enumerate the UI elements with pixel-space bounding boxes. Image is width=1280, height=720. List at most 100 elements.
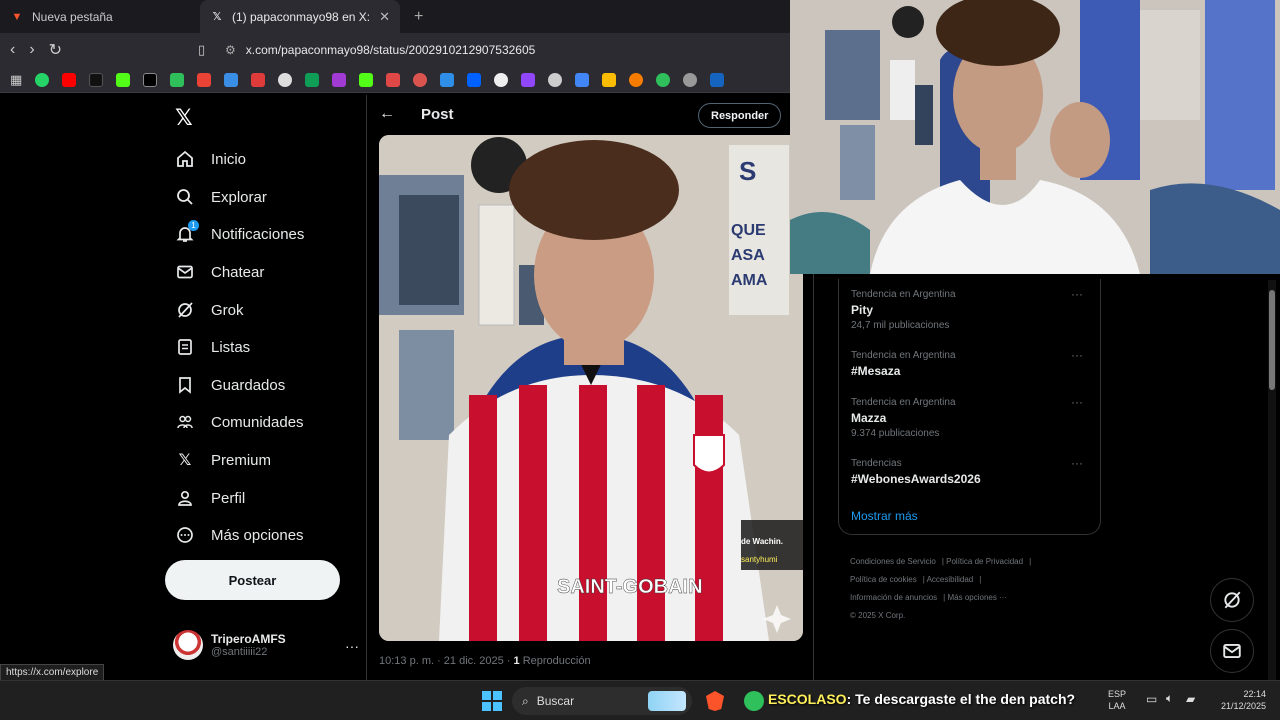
trend-item[interactable]: Tendencias #WebonesAwards2026 ···: [851, 456, 1091, 486]
clock[interactable]: 22:14 21/12/2025: [1210, 688, 1266, 712]
bookmark-icon-sheets[interactable]: [305, 72, 320, 87]
bookmark-icon-green[interactable]: [170, 72, 185, 87]
x-logo-icon: 𝕏: [212, 11, 222, 23]
tab-active[interactable]: 𝕏 (1) papaconmayo98 en X: "se m ✕: [200, 0, 400, 33]
site-info-icon[interactable]: ⚙: [225, 43, 236, 57]
more-dots-icon[interactable]: ···: [1071, 287, 1083, 301]
post-button[interactable]: Postear: [165, 560, 340, 600]
bookmark-icon-gmail[interactable]: [197, 72, 212, 87]
footer-link[interactable]: Política de cookies: [850, 575, 917, 584]
volume-icon[interactable]: 🔈︎: [1166, 691, 1173, 706]
bookmark-icon-purple[interactable]: [332, 72, 347, 87]
bookmark-icon-docs[interactable]: [575, 72, 590, 87]
more-dots-icon[interactable]: ···: [1071, 395, 1083, 409]
sidebar-item-guardados[interactable]: Guardados: [175, 370, 285, 400]
svg-text:ASA: ASA: [731, 247, 765, 264]
address-bar-row: ‹ › ↻ ▯ ⚙ x.com/papaconmayo98/status/200…: [0, 33, 790, 67]
close-tab-icon[interactable]: ✕: [379, 9, 390, 25]
url-field[interactable]: ⚙ x.com/papaconmayo98/status/20029102129…: [225, 40, 535, 60]
bookmark-icon-tiktok[interactable]: [89, 72, 104, 87]
trends-panel: Tendencia en Argentina Pity 24,7 mil pub…: [838, 279, 1101, 535]
svg-text:QUE: QUE: [731, 222, 766, 239]
footer-link[interactable]: Información de anuncios: [850, 593, 937, 602]
language-indicator[interactable]: ESP LAA: [1108, 688, 1126, 712]
reload-icon[interactable]: ↻: [49, 40, 62, 60]
more-dots-icon[interactable]: ···: [1071, 456, 1083, 470]
battery-icon[interactable]: ▰: [1186, 692, 1195, 706]
x-logo-icon[interactable]: 𝕏: [175, 105, 193, 131]
home-icon: [175, 149, 195, 169]
sidebar-item-explorar[interactable]: Explorar: [175, 182, 267, 212]
bookmark-icon-dropbox[interactable]: [467, 72, 482, 87]
sidebar-item-grok[interactable]: Grok: [175, 295, 244, 325]
scrollbar-thumb[interactable]: [1269, 290, 1275, 390]
tab-new[interactable]: ▼ Nueva pestaña: [0, 0, 200, 33]
taskbar-search[interactable]: ⌕ Buscar: [512, 687, 692, 715]
apps-icon[interactable]: ▦: [10, 72, 22, 88]
bookmark-icon-d[interactable]: [656, 72, 671, 87]
bookmark-icon-p[interactable]: [710, 72, 725, 87]
bookmark-icon-soccer[interactable]: [494, 72, 509, 87]
sidebar-item-perfil[interactable]: Perfil: [175, 483, 245, 513]
bookmark-icon-blue[interactable]: [224, 72, 239, 87]
bookmark-icon-chrome[interactable]: [548, 72, 563, 87]
bookmark-icon-github[interactable]: [278, 72, 293, 87]
bookmark-icon-kick2[interactable]: [359, 72, 374, 87]
trend-item[interactable]: Tendencia en Argentina Mazza 9.374 publi…: [851, 395, 1091, 439]
bookmark-icon-twitch[interactable]: [521, 72, 536, 87]
sidebar-item-mas-opciones[interactable]: Más opciones: [175, 520, 304, 550]
bookmark-page-icon[interactable]: ▯: [198, 42, 205, 58]
bookmark-icon-orange2[interactable]: [629, 72, 644, 87]
video-overlay-text: santyhumi: [741, 555, 778, 564]
bookmark-icon-kick[interactable]: [116, 72, 131, 87]
video-player[interactable]: S QUE ASA AMA SAINT-GOBAIN de Wachin. sa…: [379, 135, 803, 641]
sidebar-item-label: Inicio: [211, 150, 247, 168]
sidebar-item-premium[interactable]: 𝕏 Premium: [175, 445, 271, 475]
more-dots-icon[interactable]: ···: [345, 638, 359, 654]
sidebar-item-comunidades[interactable]: Comunidades: [175, 407, 304, 437]
sidebar-item-inicio[interactable]: Inicio: [175, 144, 246, 174]
bookmark-icon-drive[interactable]: [602, 72, 617, 87]
sidebar-item-chatear[interactable]: Chatear: [175, 257, 264, 287]
trend-context: Tendencia en Argentina: [851, 397, 956, 408]
messages-fab-button[interactable]: [1210, 629, 1254, 673]
windows-start-icon[interactable]: [482, 691, 502, 711]
post-column: ← Post Responder S QUE ASA AMA SAINT-GOB…: [366, 95, 814, 680]
footer-link[interactable]: Más opciones ···: [947, 593, 1007, 602]
bookmark-icon-orange[interactable]: [413, 72, 428, 87]
kick-taskbar-icon[interactable]: [744, 691, 764, 711]
footer-link[interactable]: Política de Privacidad: [946, 557, 1023, 566]
account-switcher[interactable]: TriperoAMFS @santiiiii22 ···: [173, 630, 359, 660]
trend-item[interactable]: Tendencia en Argentina Pity 24,7 mil pub…: [851, 287, 1091, 331]
back-arrow-icon[interactable]: ←: [379, 105, 395, 123]
new-tab-button[interactable]: +: [414, 8, 423, 26]
bookmark-icon-chart[interactable]: [251, 72, 266, 87]
reply-button[interactable]: Responder: [698, 103, 782, 128]
back-icon[interactable]: ‹: [10, 41, 15, 59]
sidebar-item-label: Premium: [211, 451, 272, 469]
bookmark-icon-x[interactable]: [143, 72, 158, 87]
forward-icon[interactable]: ›: [29, 41, 34, 59]
bookmark-icon-whatsapp[interactable]: [35, 72, 50, 87]
show-more-link[interactable]: Mostrar más: [851, 509, 918, 523]
sidebar-item-notificaciones[interactable]: 1 Notificaciones: [175, 219, 304, 249]
search-icon: ⌕: [522, 693, 529, 708]
sidebar-item-label: Chatear: [211, 263, 265, 281]
network-icon[interactable]: ▭: [1146, 692, 1157, 706]
webcam-overlay: [790, 0, 1280, 274]
trend-item[interactable]: Tendencia en Argentina #Mesaza ···: [851, 348, 1091, 378]
sidebar-item-listas[interactable]: Listas: [175, 332, 250, 362]
grok-fab-button[interactable]: [1210, 578, 1254, 622]
brave-taskbar-icon[interactable]: [706, 691, 724, 711]
more-dots-icon[interactable]: ···: [1071, 348, 1083, 362]
video-frame-illustration: S QUE ASA AMA SAINT-GOBAIN: [379, 135, 803, 641]
footer-link[interactable]: Accesibilidad: [927, 575, 974, 584]
clock-time: 22:14: [1243, 689, 1266, 699]
bookmark-icon-youtube[interactable]: [62, 72, 77, 87]
bookmark-icon-red[interactable]: [386, 72, 401, 87]
trend-context: Tendencia en Argentina: [851, 350, 956, 361]
bookmark-icon-download[interactable]: [440, 72, 455, 87]
sidebar-item-label: Perfil: [211, 489, 246, 507]
footer-link[interactable]: Condiciones de Servicio: [850, 557, 936, 566]
bookmark-icon-globe[interactable]: [683, 72, 698, 87]
